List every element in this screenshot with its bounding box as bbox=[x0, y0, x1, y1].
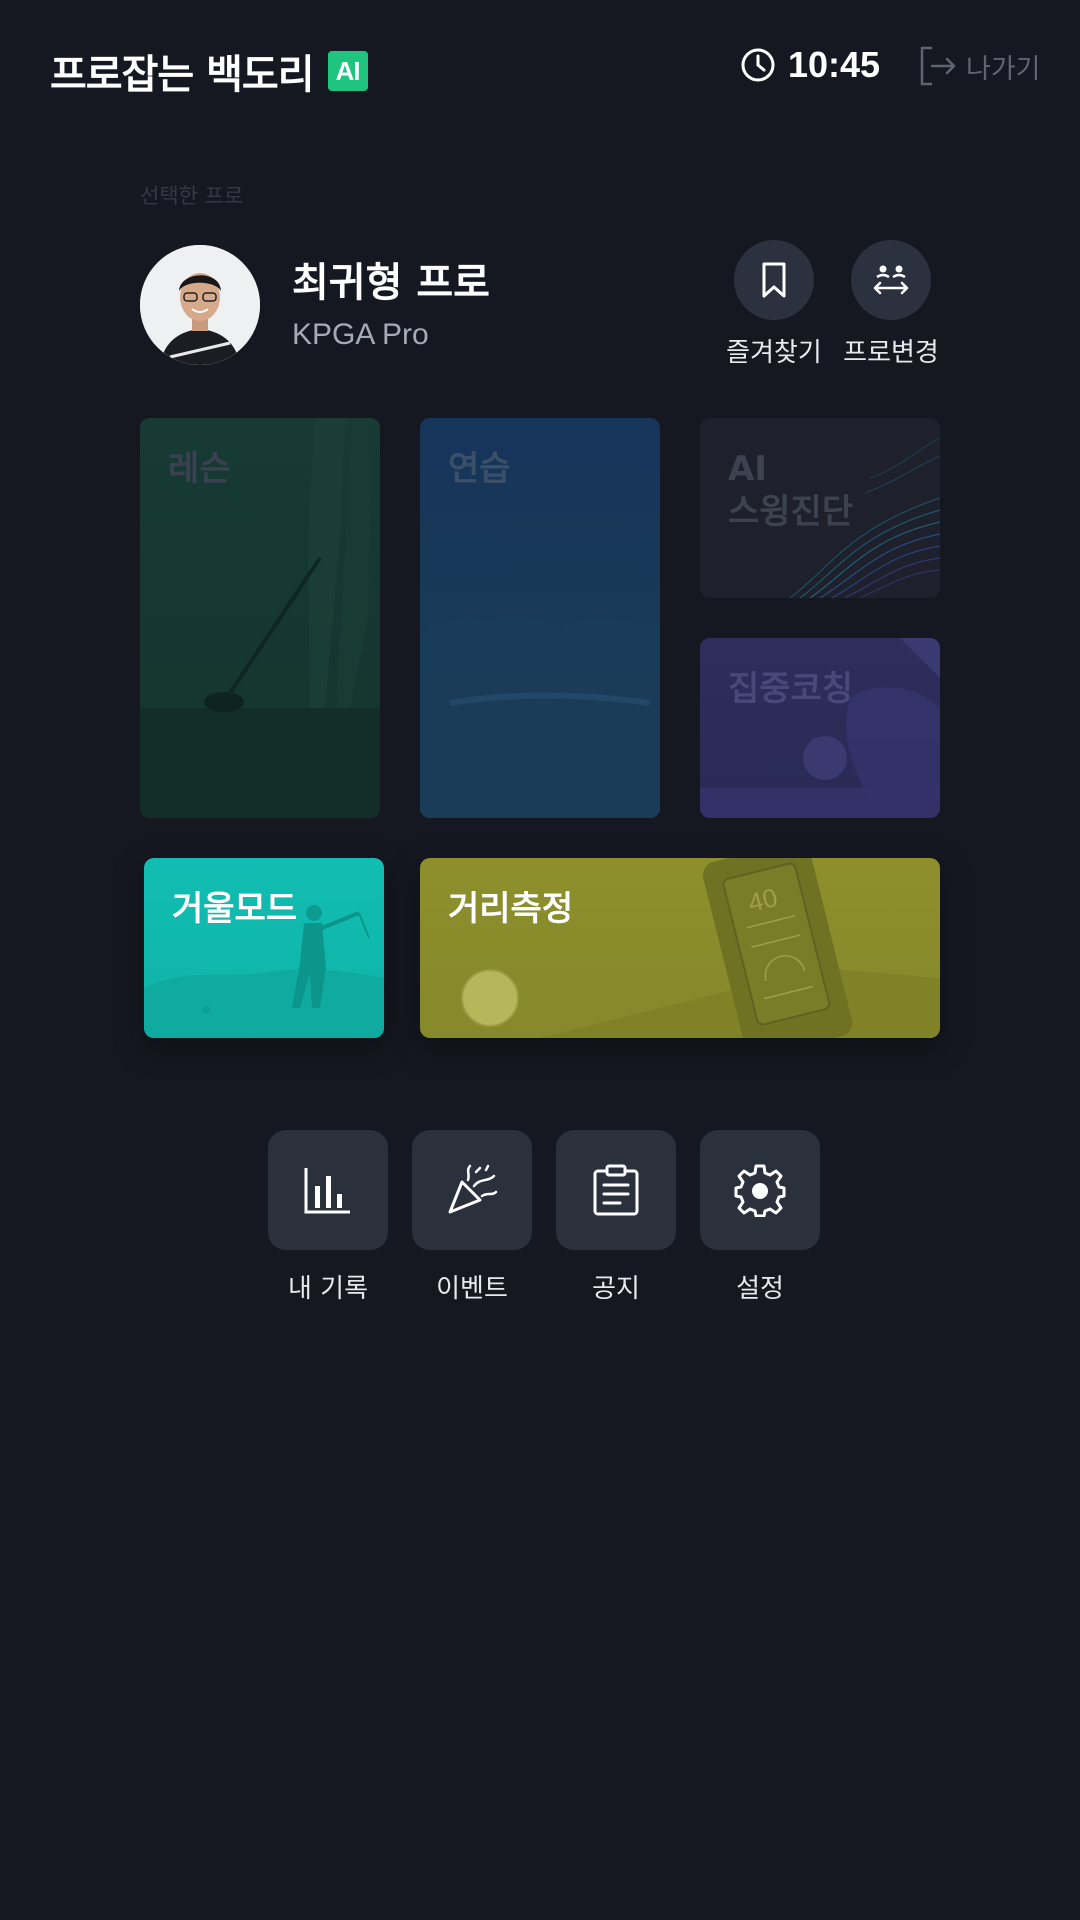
clock: 10:45 bbox=[740, 44, 880, 86]
clock-icon bbox=[741, 48, 775, 82]
exit-button[interactable]: 나가기 bbox=[918, 44, 1041, 88]
selected-pro-label: 선택한 프로 bbox=[140, 184, 244, 208]
focus-coaching-tile[interactable]: 집중코칭 bbox=[700, 638, 940, 818]
distance-tile[interactable]: 40 거리측정 bbox=[420, 858, 940, 1038]
ai-badge: AI bbox=[327, 51, 368, 91]
notice-button[interactable]: 공지 bbox=[556, 1130, 676, 1305]
distance-label: 거리측정 bbox=[448, 889, 574, 929]
pro-tour: KPGA Pro bbox=[292, 318, 429, 351]
notice-label: 공지 bbox=[592, 1274, 640, 1304]
party-popper-icon bbox=[448, 1164, 498, 1214]
settings-button[interactable]: 설정 bbox=[700, 1130, 820, 1305]
events-button[interactable]: 이벤트 bbox=[412, 1130, 532, 1305]
change-pro-label: 프로변경 bbox=[843, 338, 939, 368]
my-records-button[interactable]: 내 기록 bbox=[268, 1130, 388, 1305]
bookmark-icon bbox=[762, 262, 786, 298]
pro-name: 최귀형 프로 bbox=[292, 260, 490, 306]
mirror-mode-tile[interactable]: 거울모드 bbox=[144, 858, 384, 1038]
lesson-label: 레슨 bbox=[168, 449, 231, 489]
mirror-mode-label: 거울모드 bbox=[172, 889, 298, 929]
change-pro-button[interactable]: 프로변경 bbox=[831, 240, 951, 369]
ai-swing-tile[interactable]: AI 스윙진단 bbox=[700, 418, 940, 598]
my-records-label: 내 기록 bbox=[287, 1274, 369, 1304]
logout-icon bbox=[920, 46, 956, 86]
focus-coaching-label: 집중코칭 bbox=[728, 669, 854, 709]
avatar bbox=[140, 245, 260, 365]
practice-label: 연습 bbox=[448, 449, 511, 489]
golfer-swing-image bbox=[144, 905, 384, 1038]
swap-pro-icon bbox=[873, 265, 909, 295]
tee-ball-image bbox=[700, 638, 940, 818]
practice-tile[interactable]: 연습 bbox=[420, 418, 660, 818]
settings-label: 설정 bbox=[736, 1274, 784, 1304]
gear-icon bbox=[734, 1164, 786, 1217]
exit-label: 나가기 bbox=[966, 53, 1041, 85]
ai-swing-label: AI 스윙진단 bbox=[728, 449, 854, 532]
launch-monitor-image: 40 bbox=[461, 858, 940, 1038]
app-title-text: 프로잡는 백도리 bbox=[50, 52, 315, 98]
events-label: 이벤트 bbox=[436, 1274, 508, 1304]
favorite-button[interactable]: 즐겨찾기 bbox=[714, 240, 834, 369]
favorite-label: 즐겨찾기 bbox=[726, 338, 822, 368]
clipboard-icon bbox=[593, 1164, 639, 1216]
lesson-tile[interactable]: 레슨 bbox=[140, 418, 380, 818]
bar-chart-icon bbox=[304, 1168, 350, 1214]
app-title: 프로잡는 백도리 AI bbox=[50, 42, 368, 100]
clock-time: 10:45 bbox=[788, 44, 881, 85]
home-screen: 프로잡는 백도리 AI 10:45 나가기 선택한 프로 최귀형 프로 KPGA… bbox=[0, 0, 1080, 1920]
